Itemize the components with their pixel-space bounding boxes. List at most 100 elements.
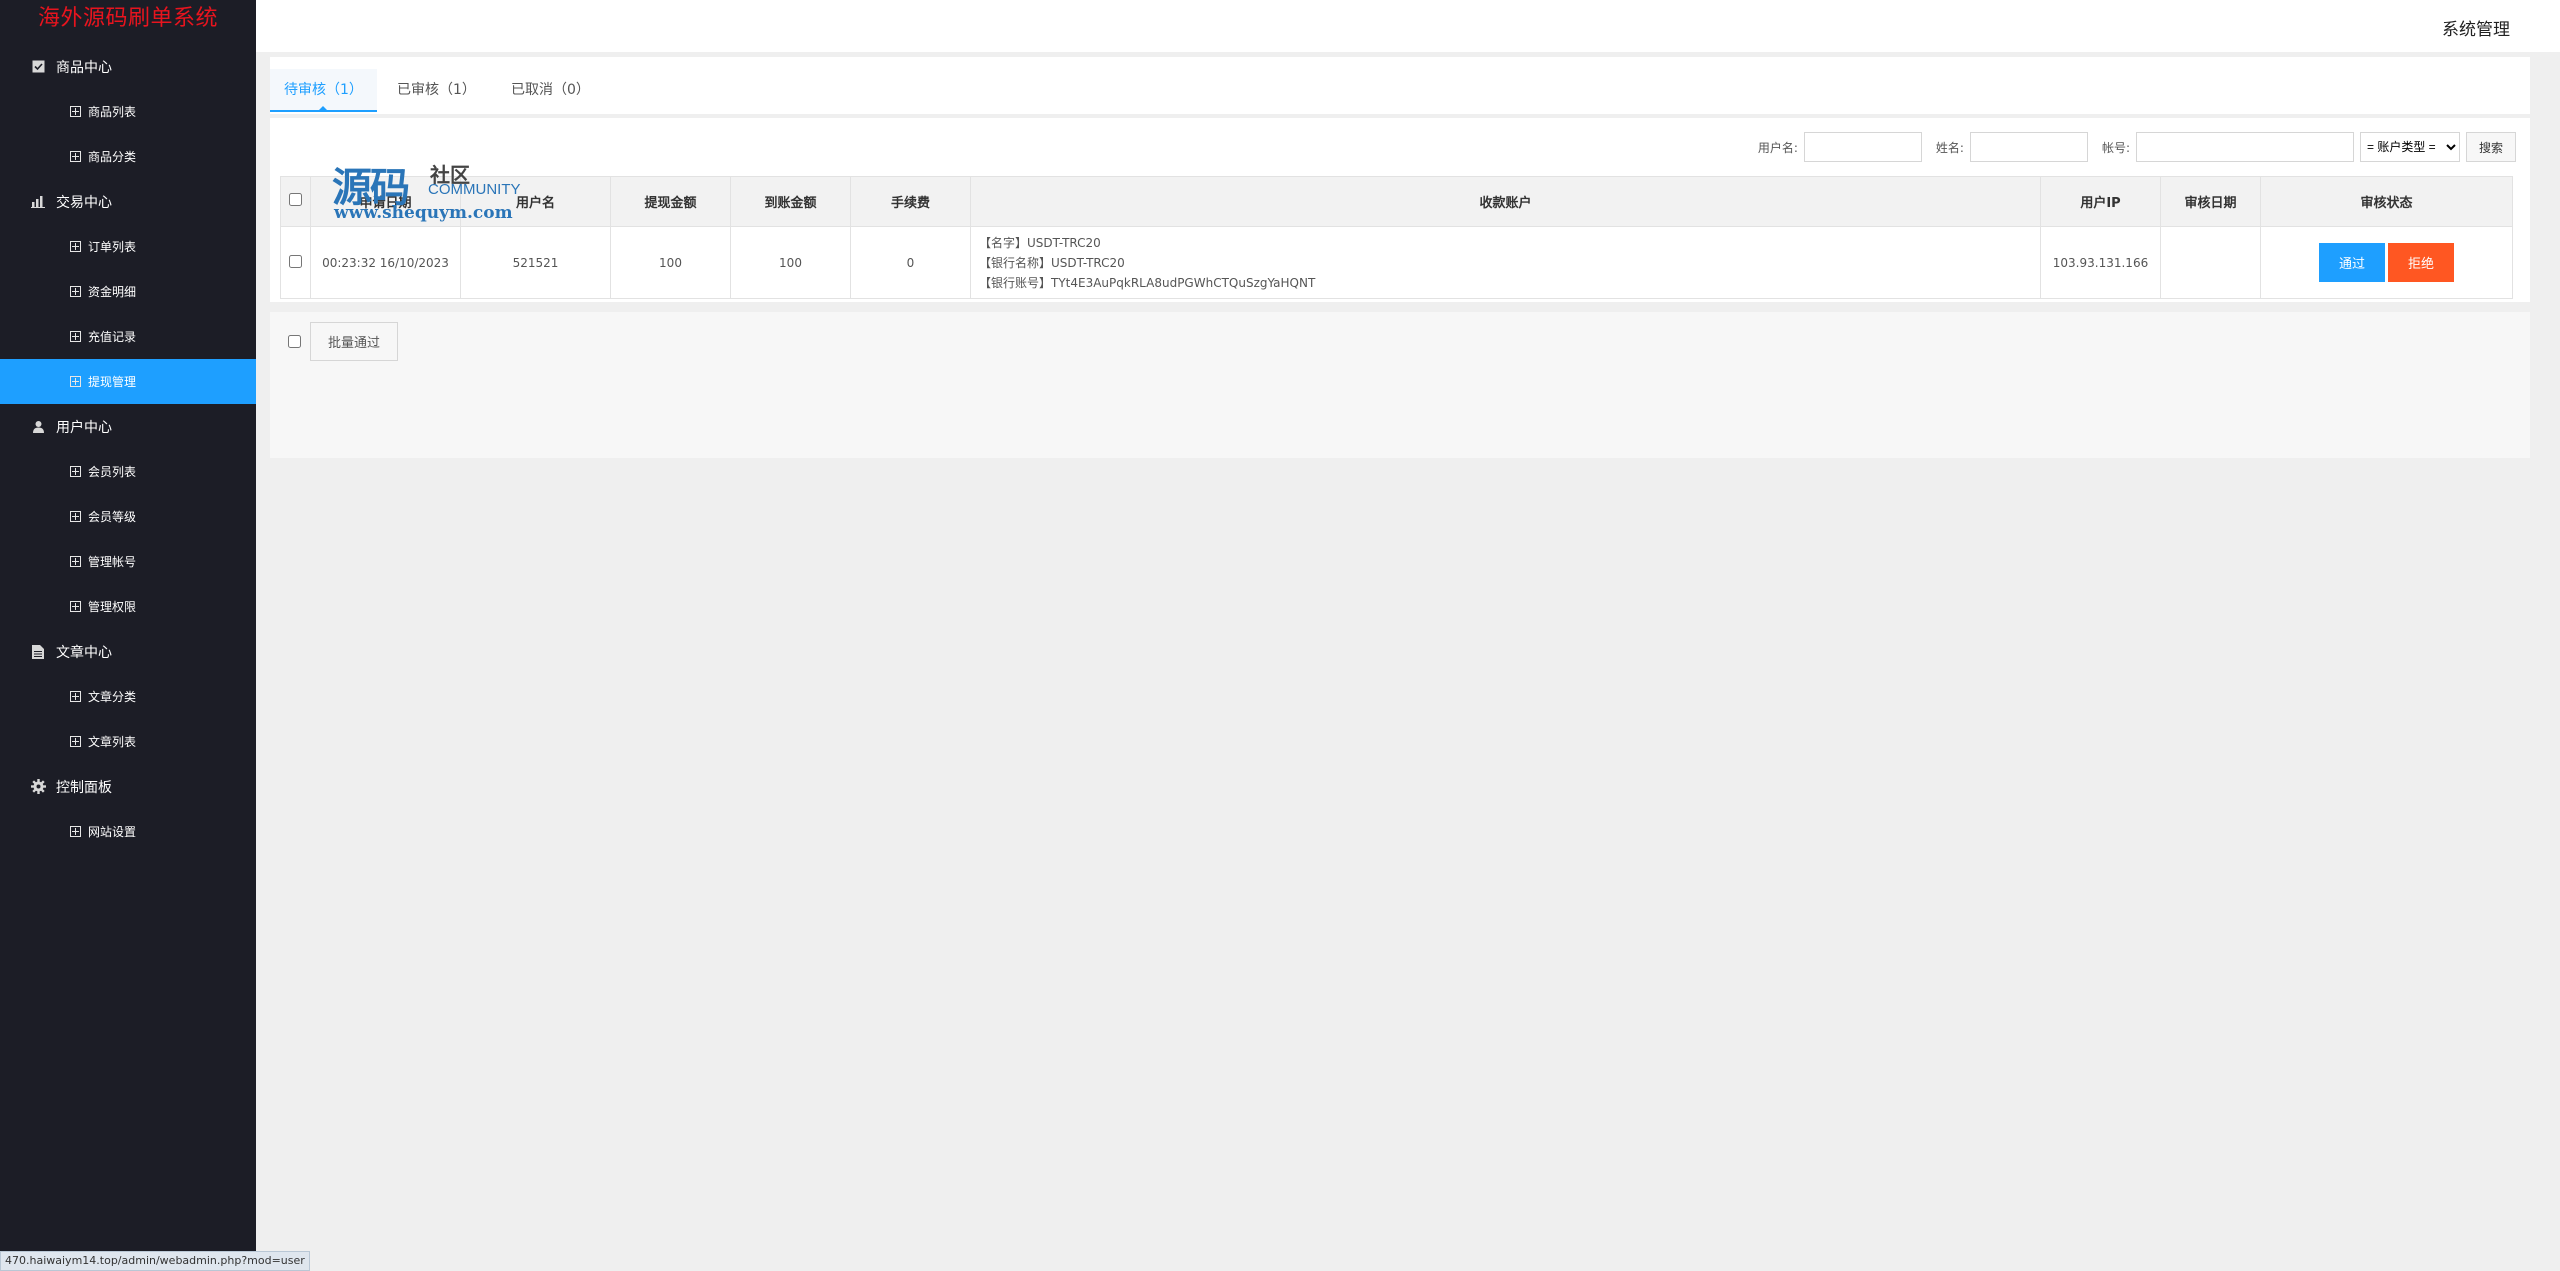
sidebar-item-article-category[interactable]: 文章分类 — [0, 674, 256, 719]
tab-pending[interactable]: 待审核（1） — [270, 69, 377, 112]
plus-box-icon — [70, 466, 81, 477]
sidebar-item-orders[interactable]: 订单列表 — [0, 224, 256, 269]
sidebar-item-label: 网站设置 — [88, 825, 137, 839]
sidebar-item-recharge[interactable]: 充值记录 — [0, 314, 256, 359]
col-review-status: 审核状态 — [2260, 176, 2513, 227]
nav-group-label: 用户中心 — [56, 419, 112, 436]
account-info: 【名字】USDT-TRC20 【银行名称】USDT-TRC20 【银行账号】TY… — [970, 226, 2041, 299]
fee: 0 — [850, 226, 971, 299]
row-select-cell — [280, 226, 311, 299]
sidebar-item-members[interactable]: 会员列表 — [0, 449, 256, 494]
system-management-link[interactable]: 系统管理 — [2442, 15, 2510, 40]
withdraw-table: 申请日期 用户名 提现金额 到账金额 手续费 收款账户 用户IP 审核日期 审核… — [280, 176, 2513, 299]
approve-button[interactable]: 通过 — [2319, 243, 2385, 282]
sidebar-item-label: 管理权限 — [88, 600, 137, 614]
watermark-logo: 源码 社区 COMMUNITY www.shequym.com — [332, 155, 532, 225]
sidebar-item-admin-accounts[interactable]: 管理帐号 — [0, 539, 256, 584]
received-amount: 100 — [730, 226, 851, 299]
nav-group-control-panel[interactable]: 控制面板 — [0, 764, 256, 809]
nav-group-trade[interactable]: 交易中心 — [0, 179, 256, 224]
watermark-url: www.shequym.com — [334, 203, 513, 223]
sidebar-item-label: 提现管理 — [88, 375, 137, 389]
account-type-select[interactable]: = 账户类型 = — [2359, 132, 2460, 162]
tab-label: 待审核（1） — [284, 82, 363, 98]
tab-label: 已取消（0） — [511, 82, 590, 98]
review-actions: 通过 拒绝 — [2260, 226, 2513, 299]
account-label: 帐号: — [2101, 140, 2130, 155]
username: 521521 — [460, 226, 611, 299]
account-input[interactable] — [2135, 132, 2354, 162]
bar-chart-icon — [30, 194, 46, 210]
nav-group-users[interactable]: 用户中心 — [0, 404, 256, 449]
batch-area: 批量通过 — [270, 312, 2530, 458]
batch-select-checkbox[interactable] — [288, 335, 301, 348]
col-user-ip: 用户IP — [2040, 176, 2161, 227]
sidebar-item-label: 订单列表 — [88, 240, 137, 254]
plus-box-icon — [70, 241, 81, 252]
sidebar-item-goods-category[interactable]: 商品分类 — [0, 134, 256, 179]
plus-box-icon — [70, 331, 81, 342]
sidebar-item-funds[interactable]: 资金明细 — [0, 269, 256, 314]
sidebar-item-article-list[interactable]: 文章列表 — [0, 719, 256, 764]
withdraw-amount: 100 — [610, 226, 731, 299]
batch-approve-button[interactable]: 批量通过 — [310, 322, 399, 361]
sidebar-item-label: 会员等级 — [88, 510, 137, 524]
withdraw-panel: 用户名: 姓名: 帐号: = 账户类型 = 搜索 申请日期 用户名 提现金额 到… — [270, 118, 2530, 302]
username-label: 用户名: — [1757, 140, 1798, 155]
account-name-line: 【名字】USDT-TRC20 — [979, 235, 1101, 250]
col-fee: 手续费 — [850, 176, 971, 227]
sidebar: 海外源码刷单系统 商品中心 商品列表 商品分类 交易中心 订单列表 资金明细 充… — [0, 0, 256, 1271]
name-input[interactable] — [1969, 132, 2088, 162]
plus-box-icon — [70, 556, 81, 567]
table-header-row: 申请日期 用户名 提现金额 到账金额 手续费 收款账户 用户IP 审核日期 审核… — [280, 176, 2513, 227]
sidebar-item-admin-permissions[interactable]: 管理权限 — [0, 584, 256, 629]
reject-button[interactable]: 拒绝 — [2388, 243, 2454, 282]
col-withdraw-amount: 提现金额 — [610, 176, 731, 227]
plus-box-icon — [70, 601, 81, 612]
col-review-date: 审核日期 — [2160, 176, 2261, 227]
tab-reviewed[interactable]: 已审核（1） — [383, 69, 490, 112]
watermark-english-text: COMMUNITY — [428, 181, 521, 198]
col-account: 收款账户 — [970, 176, 2041, 227]
plus-box-icon — [70, 286, 81, 297]
nav-group-label: 商品中心 — [56, 59, 112, 76]
tab-cancelled[interactable]: 已取消（0） — [497, 69, 604, 112]
nav-group-label: 文章中心 — [56, 644, 112, 661]
sidebar-item-site-settings[interactable]: 网站设置 — [0, 809, 256, 854]
plus-box-icon — [70, 511, 81, 522]
tab-bar: 待审核（1） 已审核（1） 已取消（0） — [270, 57, 2530, 114]
tab-label: 已审核（1） — [397, 82, 476, 98]
app-logo: 海外源码刷单系统 — [37, 6, 218, 31]
name-label: 姓名: — [1935, 140, 1964, 155]
sidebar-item-label: 文章分类 — [88, 690, 137, 704]
plus-box-icon — [70, 826, 81, 837]
user-icon — [30, 419, 46, 435]
sidebar-item-label: 管理帐号 — [88, 555, 137, 569]
select-all-cell — [280, 176, 311, 227]
sidebar-item-withdraw[interactable]: 提现管理 — [0, 359, 256, 404]
nav-group-articles[interactable]: 文章中心 — [0, 629, 256, 674]
plus-box-icon — [70, 151, 81, 162]
sidebar-item-goods-list[interactable]: 商品列表 — [0, 89, 256, 134]
sidebar-item-label: 充值记录 — [88, 330, 137, 344]
browser-status-url: 470.haiwaiym14.top/admin/webadmin.php?mo… — [0, 1251, 310, 1271]
sidebar-item-member-levels[interactable]: 会员等级 — [0, 494, 256, 539]
active-tab-arrow-icon — [318, 106, 329, 111]
plus-box-icon — [70, 691, 81, 702]
sidebar-item-label: 商品分类 — [88, 150, 137, 164]
plus-box-icon — [70, 376, 81, 387]
sidebar-item-label: 会员列表 — [88, 465, 137, 479]
select-all-checkbox[interactable] — [289, 193, 302, 206]
user-ip: 103.93.131.166 — [2040, 226, 2161, 299]
nav-group-goods[interactable]: 商品中心 — [0, 44, 256, 89]
plus-box-icon — [70, 106, 81, 117]
sidebar-item-label: 商品列表 — [88, 105, 137, 119]
col-received-amount: 到账金额 — [730, 176, 851, 227]
search-button[interactable]: 搜索 — [2465, 132, 2516, 162]
document-icon — [30, 644, 46, 660]
row-checkbox[interactable] — [289, 254, 302, 268]
username-input[interactable] — [1803, 132, 1922, 162]
sidebar-item-label: 文章列表 — [88, 735, 137, 749]
sidebar-item-label: 资金明细 — [88, 285, 137, 299]
account-number-line: 【银行账号】TYt4E3AuPqkRLA8udPGWhCTQuSzgYaHQNT — [979, 275, 1316, 290]
